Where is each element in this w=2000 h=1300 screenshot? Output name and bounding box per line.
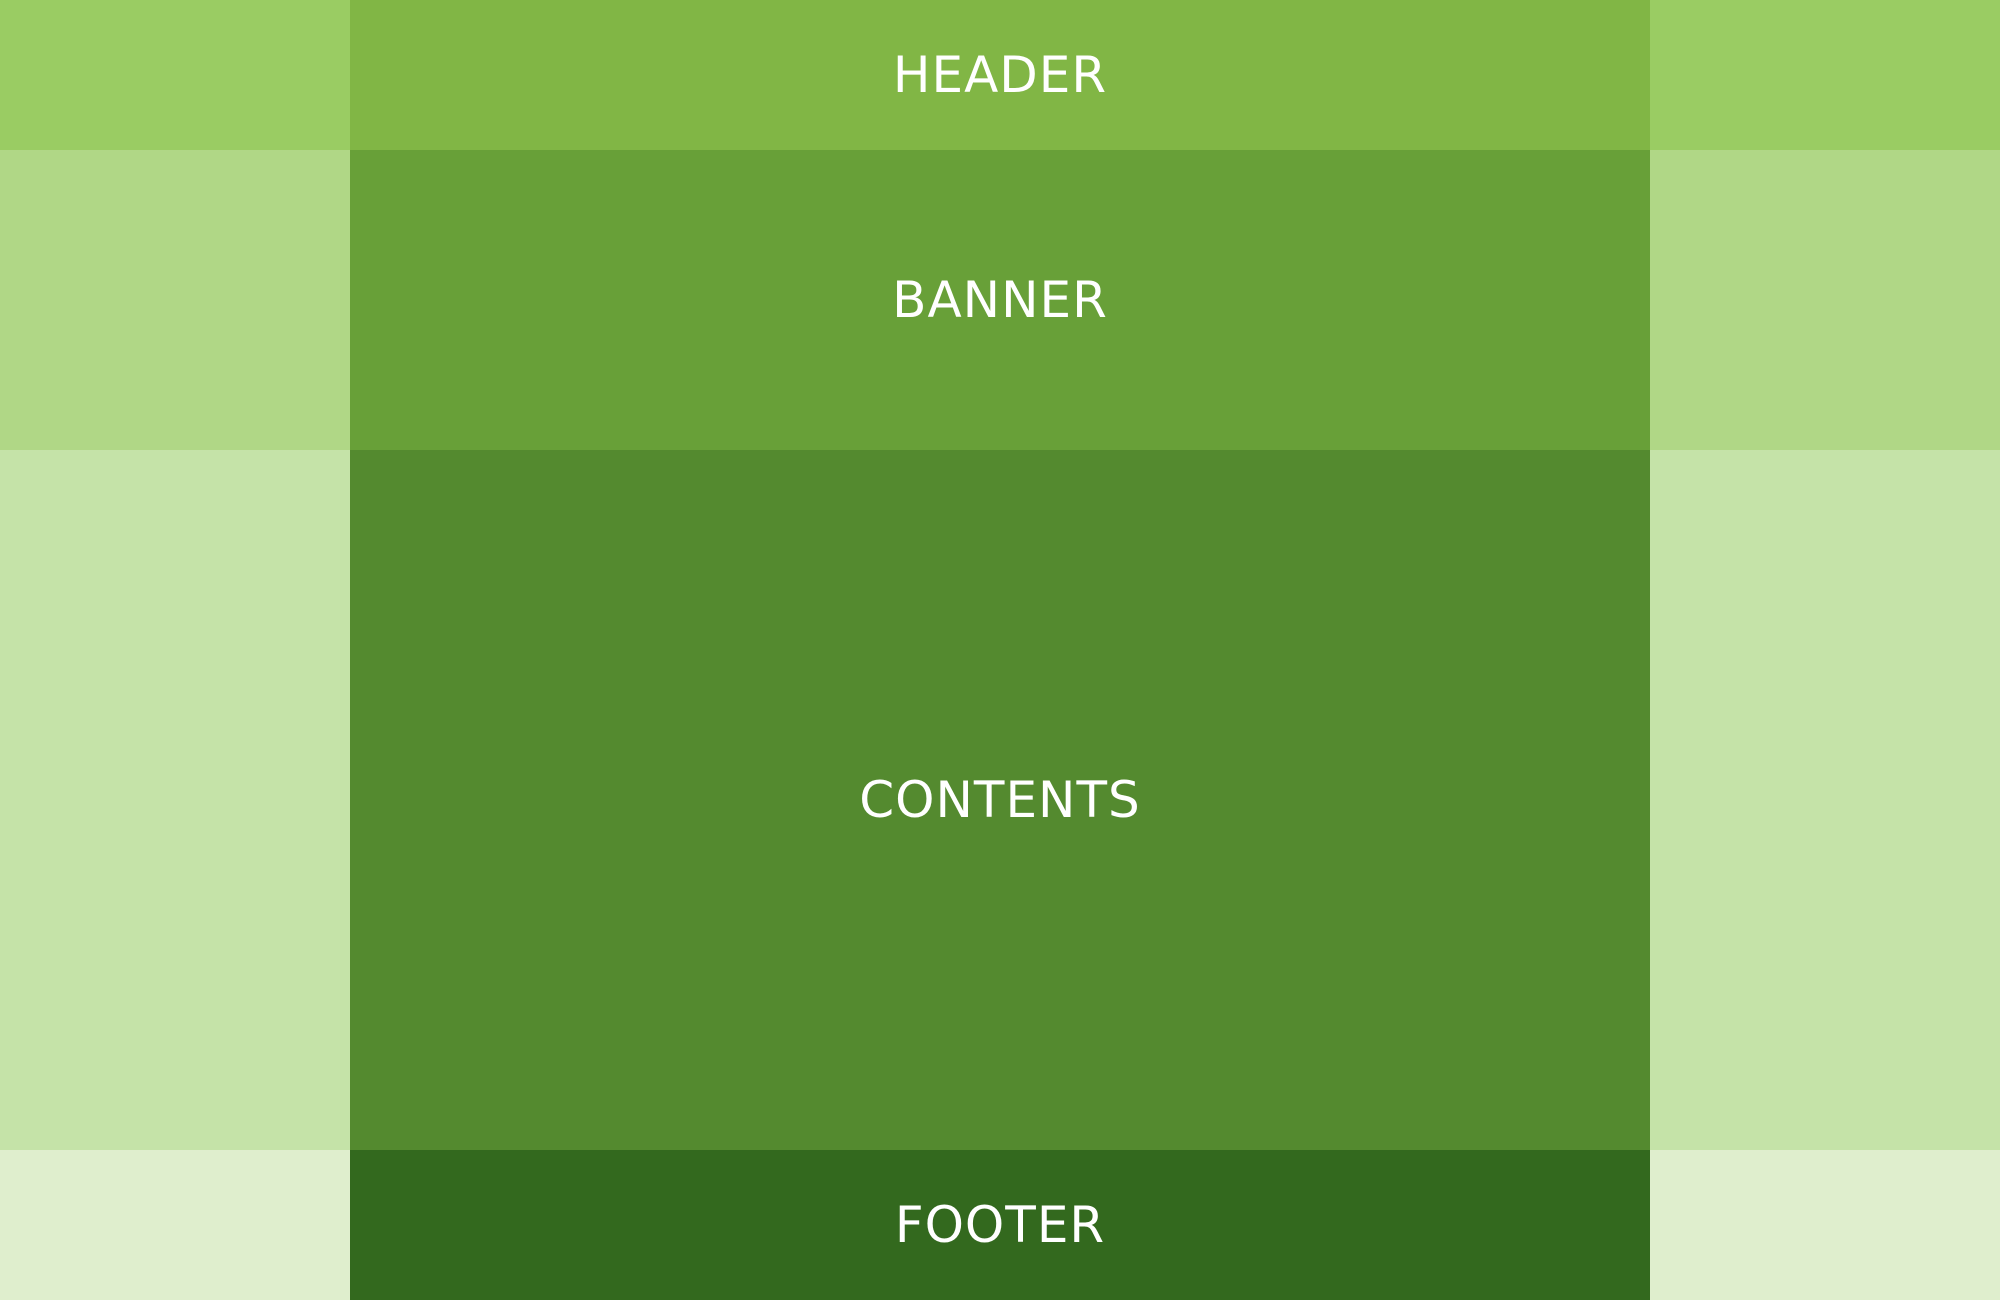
header-block: HEADER <box>350 0 1650 150</box>
footer-block: FOOTER <box>350 1150 1650 1300</box>
banner-right-margin <box>1650 150 2000 450</box>
banner-left-margin <box>0 150 350 450</box>
footer-label: FOOTER <box>894 1196 1106 1254</box>
page-layout-diagram: HEADER BANNER CONTENTS FOOTER <box>0 0 2000 1300</box>
contents-block: CONTENTS <box>350 450 1650 1150</box>
contents-right-margin <box>1650 450 2000 1150</box>
header-right-margin <box>1650 0 2000 150</box>
banner-label: BANNER <box>892 271 1108 329</box>
header-label: HEADER <box>892 46 1108 104</box>
contents-label: CONTENTS <box>859 771 1141 829</box>
contents-left-margin <box>0 450 350 1150</box>
footer-right-margin <box>1650 1150 2000 1300</box>
header-left-margin <box>0 0 350 150</box>
banner-block: BANNER <box>350 150 1650 450</box>
footer-left-margin <box>0 1150 350 1300</box>
